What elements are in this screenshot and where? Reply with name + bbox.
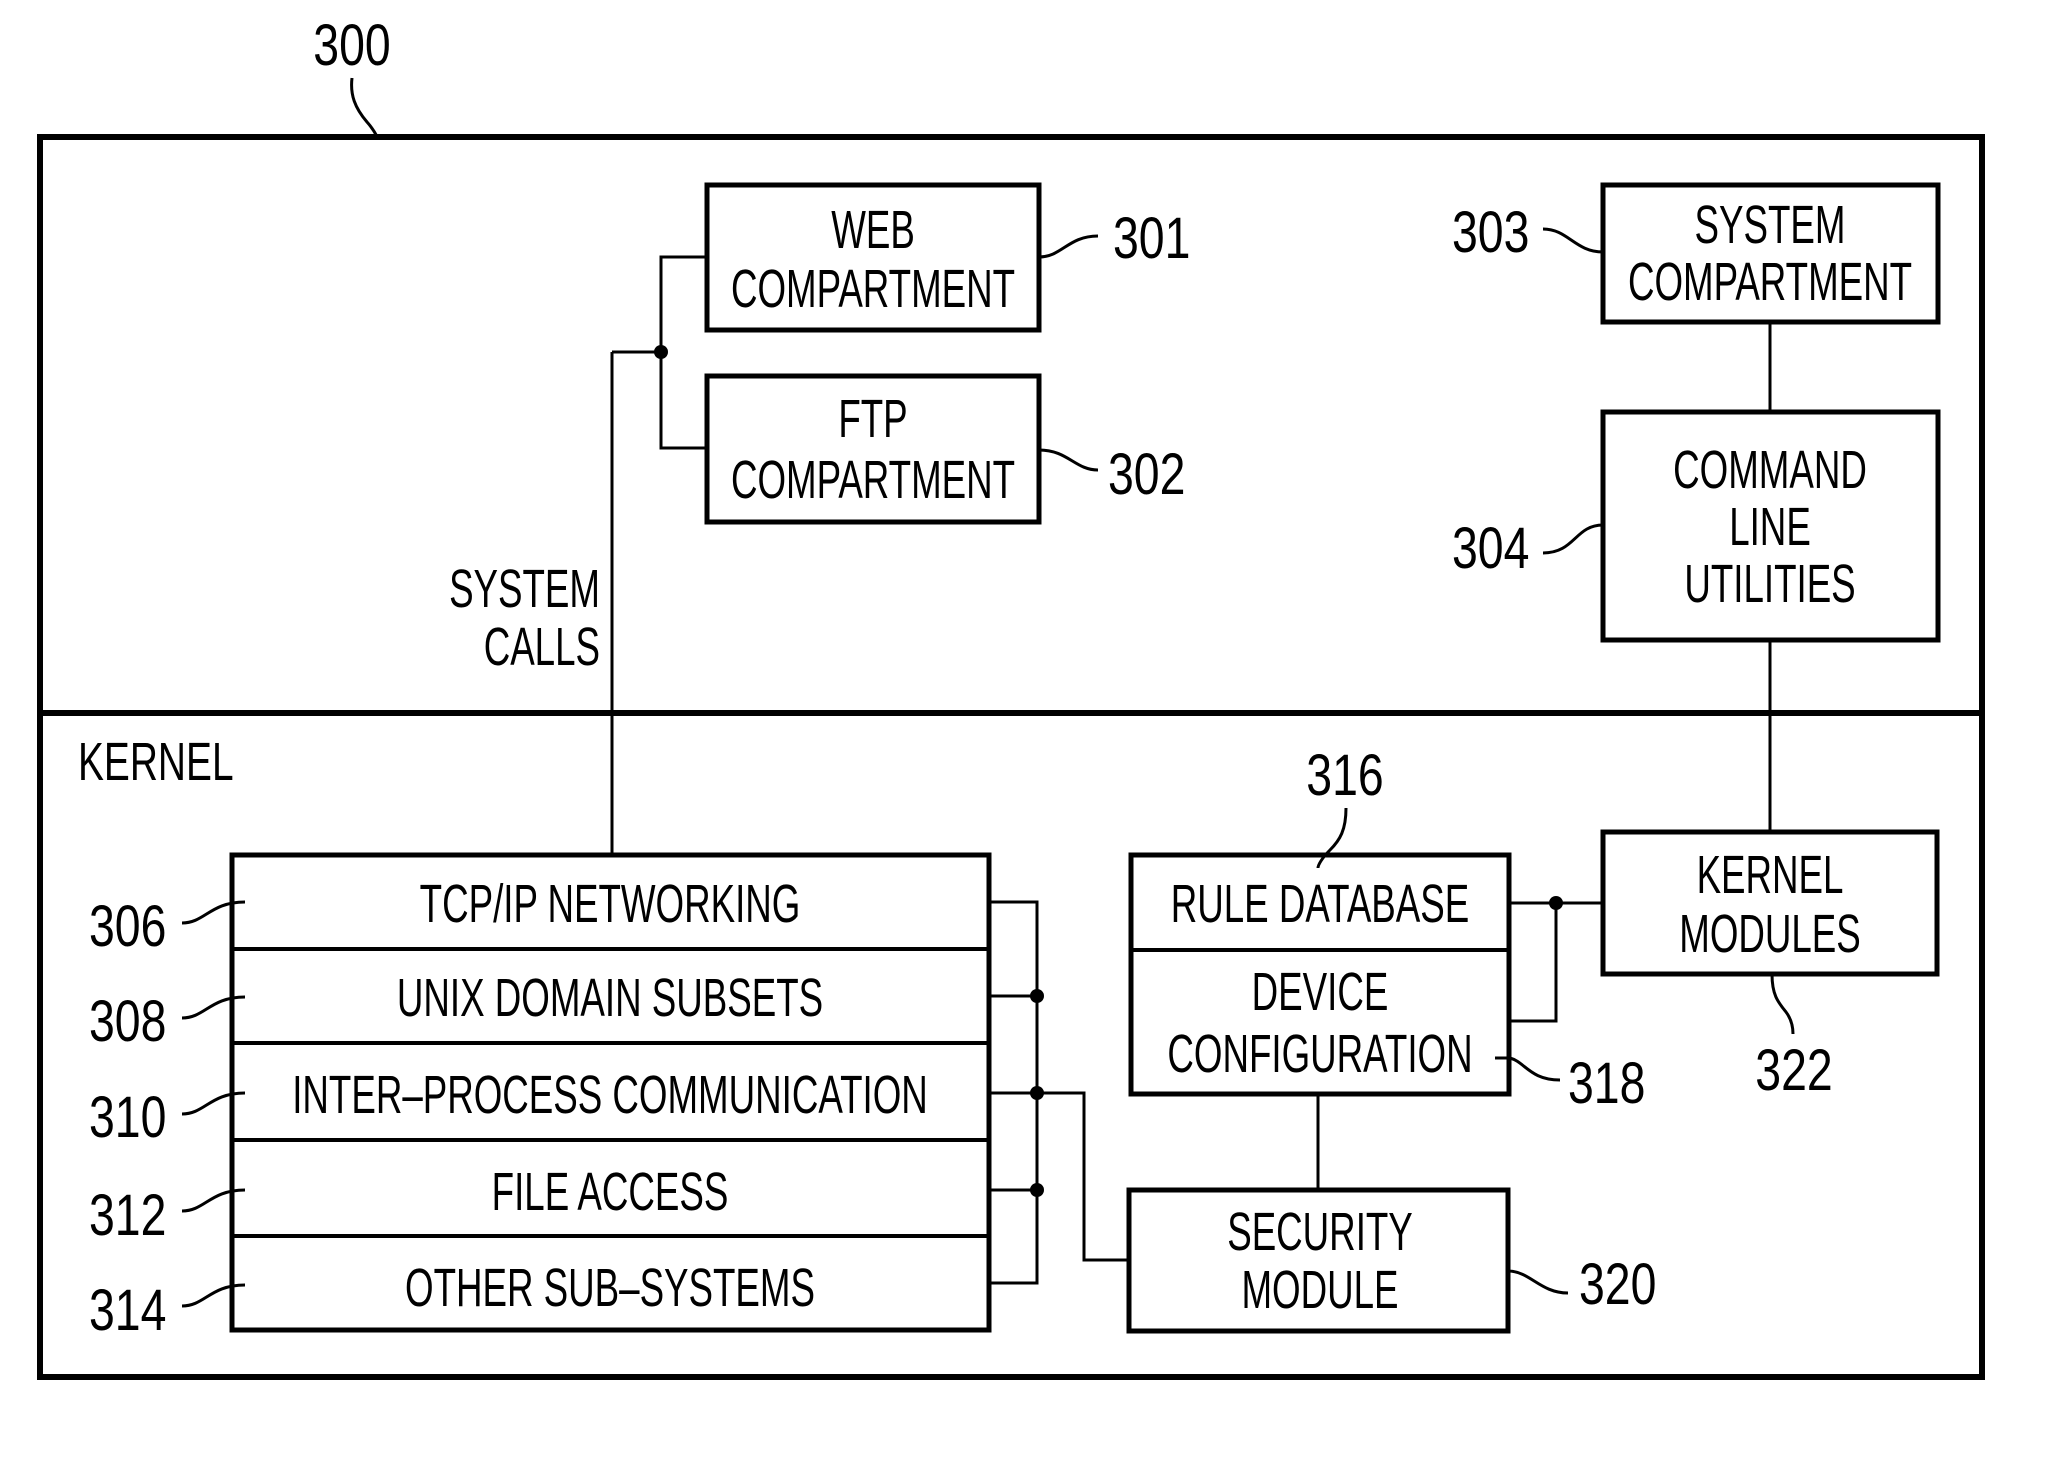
subsystem-label-306: TCP/IP NETWORKING: [420, 873, 801, 934]
ref-303: 303: [1452, 200, 1529, 265]
junction-dot-kernel-modules: [1549, 896, 1563, 910]
device-config-line1: DEVICE: [1252, 961, 1389, 1022]
ref-304: 304: [1452, 516, 1529, 581]
kernel-modules-line2: MODULES: [1679, 903, 1861, 964]
web-compartment-line2: COMPARTMENT: [731, 258, 1015, 319]
cli-line3: UTILITIES: [1684, 553, 1855, 614]
ref-314: 314: [89, 1278, 166, 1343]
device-config-bracket: [1509, 903, 1558, 1023]
command-line-utilities: COMMAND LINE UTILITIES: [1600, 409, 1941, 643]
leader-302: [1038, 448, 1099, 472]
ref-310: 310: [89, 1085, 166, 1150]
web-compartment: WEB COMPARTMENT: [704, 182, 1042, 333]
security-module: SECURITY MODULE: [1126, 1187, 1511, 1334]
system-compartment-line1: SYSTEM: [1695, 194, 1846, 255]
subsystem-bus: [989, 900, 1130, 1285]
leader-301: [1038, 234, 1099, 259]
subsystem-label-310: INTER–PROCESS COMMUNICATION: [292, 1064, 928, 1125]
security-module-line1: SECURITY: [1227, 1201, 1413, 1262]
system-calls-label-line1: SYSTEM: [449, 558, 600, 619]
leader-320: [1507, 1269, 1569, 1295]
system-architecture-diagram: 300 SYSTEM CALLS WEB COMPARTMENT 301 FTP…: [37, 13, 1985, 1380]
ftp-compartment-line1: FTP: [838, 388, 907, 449]
kernel-modules-line1: KERNEL: [1697, 844, 1844, 905]
system-calls-label-line2: CALLS: [484, 616, 600, 677]
ref-302: 302: [1108, 442, 1185, 507]
junction-dot-compartments: [654, 345, 668, 359]
rule-database-label: RULE DATABASE: [1171, 873, 1469, 934]
ref-320: 320: [1579, 1252, 1656, 1317]
security-module-line2: MODULE: [1241, 1259, 1398, 1320]
system-compartment-line2: COMPARTMENT: [1628, 251, 1912, 312]
ref-322: 322: [1755, 1038, 1832, 1103]
ref-306: 306: [89, 894, 166, 959]
ftp-compartment-line2: COMPARTMENT: [731, 449, 1015, 510]
ref-316: 316: [1306, 743, 1383, 808]
cli-line1: COMMAND: [1673, 439, 1867, 500]
leader-304: [1542, 523, 1604, 555]
leader-303: [1542, 227, 1604, 254]
ftp-compartment: FTP COMPARTMENT: [704, 373, 1042, 525]
ref-318: 318: [1568, 1051, 1645, 1116]
leader-300: [350, 77, 380, 140]
rule-database-block: RULE DATABASE DEVICE CONFIGURATION: [1128, 852, 1512, 1097]
figure-ref-300: 300: [313, 13, 390, 78]
cli-line2: LINE: [1729, 496, 1811, 557]
ref-308: 308: [89, 989, 166, 1054]
ref-312: 312: [89, 1183, 166, 1248]
kernel-modules: KERNEL MODULES: [1600, 829, 1940, 977]
device-config-line2: CONFIGURATION: [1167, 1023, 1472, 1084]
bus-dot-3: [1030, 1183, 1044, 1197]
subsystem-label-314: OTHER SUB–SYSTEMS: [405, 1257, 815, 1318]
subsystem-label-308: UNIX DOMAIN SUBSETS: [397, 967, 823, 1028]
leader-322: [1770, 973, 1795, 1035]
web-compartment-line1: WEB: [831, 199, 915, 260]
bus-to-security-module: [1037, 1091, 1130, 1262]
subsystem-label-312: FILE ACCESS: [492, 1161, 729, 1222]
system-compartment: SYSTEM COMPARTMENT: [1600, 182, 1941, 325]
kernel-label: KERNEL: [78, 731, 234, 792]
ref-301: 301: [1113, 206, 1190, 271]
bus-dot-1: [1030, 989, 1044, 1003]
